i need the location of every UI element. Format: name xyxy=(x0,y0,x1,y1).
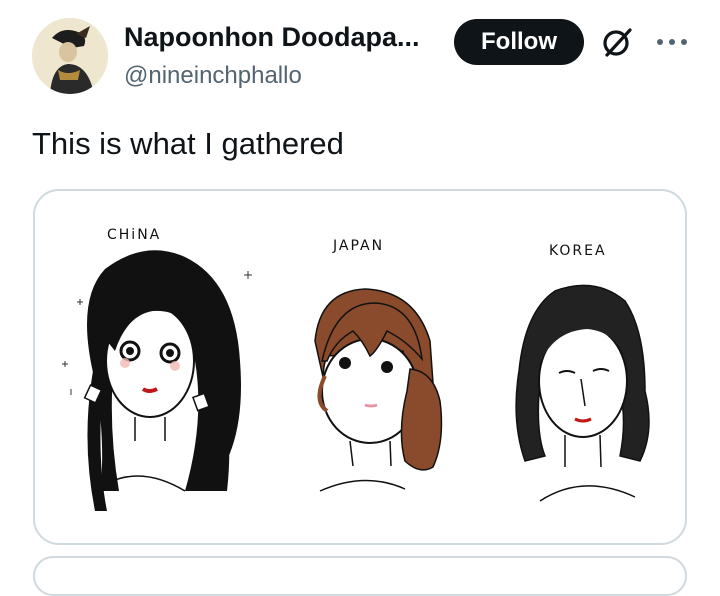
label-china: CHiNA xyxy=(107,227,162,243)
avatar-portrait-icon xyxy=(32,18,108,94)
avatar[interactable] xyxy=(32,18,108,94)
grok-icon[interactable] xyxy=(600,25,634,59)
figure-korea xyxy=(515,284,650,502)
label-korea: KOREA xyxy=(549,243,607,259)
label-japan: JAPAN xyxy=(333,238,385,254)
more-icon[interactable] xyxy=(652,28,692,56)
figure-china xyxy=(83,250,241,511)
media-image[interactable]: CHiNA JAPAN KOREA xyxy=(33,189,687,545)
tweet-text: This is what I gathered xyxy=(32,126,344,161)
author-handle[interactable]: @nineinchphallo xyxy=(124,62,302,90)
next-media-card[interactable] xyxy=(33,556,687,596)
figure-japan xyxy=(314,288,443,492)
author-display-name[interactable]: Napoonhon Doodapa... xyxy=(124,22,419,53)
follow-button[interactable]: Follow xyxy=(454,19,584,65)
